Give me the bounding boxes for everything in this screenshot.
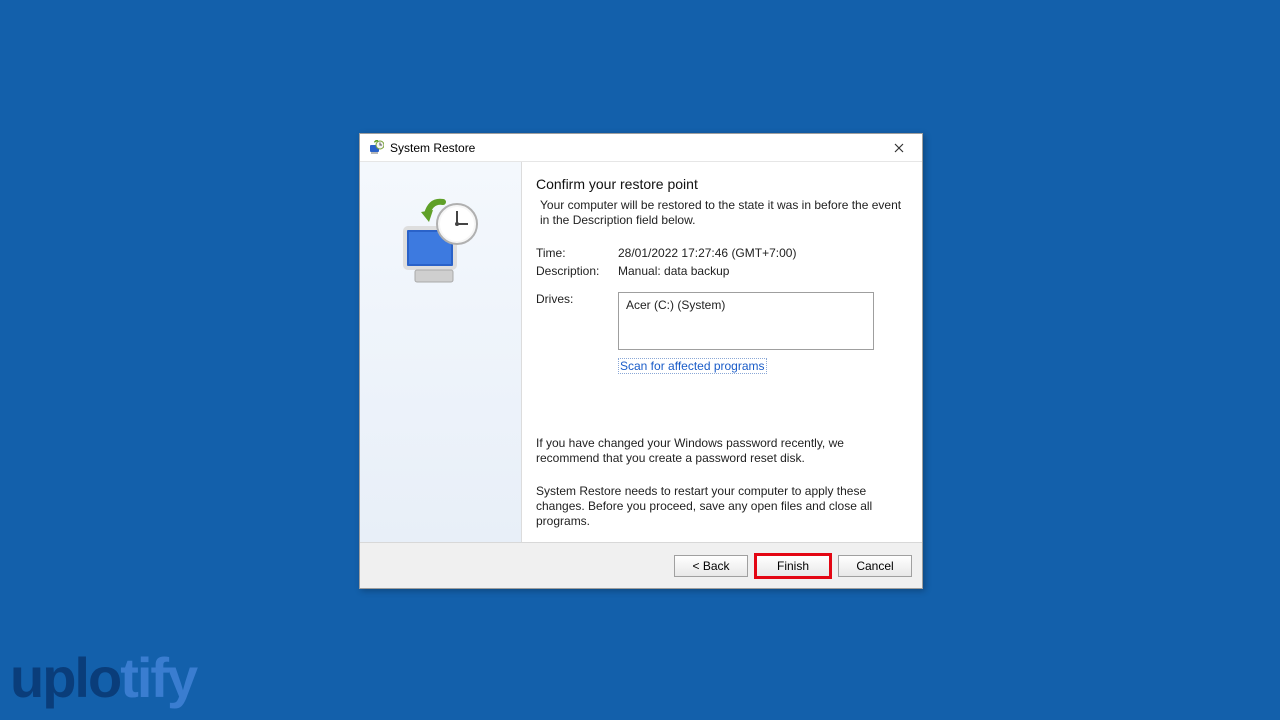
content-panel: Confirm your restore point Your computer…	[522, 162, 922, 542]
watermark-part1: uplo	[10, 646, 120, 709]
close-icon	[894, 143, 904, 153]
finish-button[interactable]: Finish	[756, 555, 830, 577]
password-note: If you have changed your Windows passwor…	[536, 436, 906, 466]
time-value: 28/01/2022 17:27:46 (GMT+7:00)	[618, 246, 906, 260]
watermark-part2: tify	[120, 646, 196, 709]
drives-row: Drives: Acer (C:) (System) Scan for affe…	[536, 292, 906, 374]
cancel-button[interactable]: Cancel	[838, 555, 912, 577]
titlebar: System Restore	[360, 134, 922, 162]
restore-illustration-icon	[391, 196, 491, 296]
watermark: uplotify	[10, 645, 196, 710]
description-label: Description:	[536, 264, 618, 278]
button-bar: < Back Finish Cancel	[360, 542, 922, 588]
drive-item: Acer (C:) (System)	[626, 298, 725, 312]
back-button[interactable]: < Back	[674, 555, 748, 577]
page-heading: Confirm your restore point	[536, 176, 906, 192]
time-row: Time: 28/01/2022 17:27:46 (GMT+7:00)	[536, 246, 906, 260]
time-label: Time:	[536, 246, 618, 260]
description-value: Manual: data backup	[618, 264, 906, 278]
system-restore-dialog: System Restore	[359, 133, 923, 589]
intro-text: Your computer will be restored to the st…	[540, 198, 902, 228]
drives-label: Drives:	[536, 292, 618, 306]
drives-list: Acer (C:) (System)	[618, 292, 874, 350]
close-button[interactable]	[876, 134, 922, 162]
side-panel	[360, 162, 522, 542]
dialog-body: Confirm your restore point Your computer…	[360, 162, 922, 542]
system-restore-icon	[368, 140, 384, 156]
drives-col: Acer (C:) (System) Scan for affected pro…	[618, 292, 874, 374]
window-title: System Restore	[390, 141, 876, 155]
restart-note: System Restore needs to restart your com…	[536, 484, 906, 529]
scan-affected-programs-link[interactable]: Scan for affected programs	[618, 358, 767, 374]
description-row: Description: Manual: data backup	[536, 264, 906, 278]
